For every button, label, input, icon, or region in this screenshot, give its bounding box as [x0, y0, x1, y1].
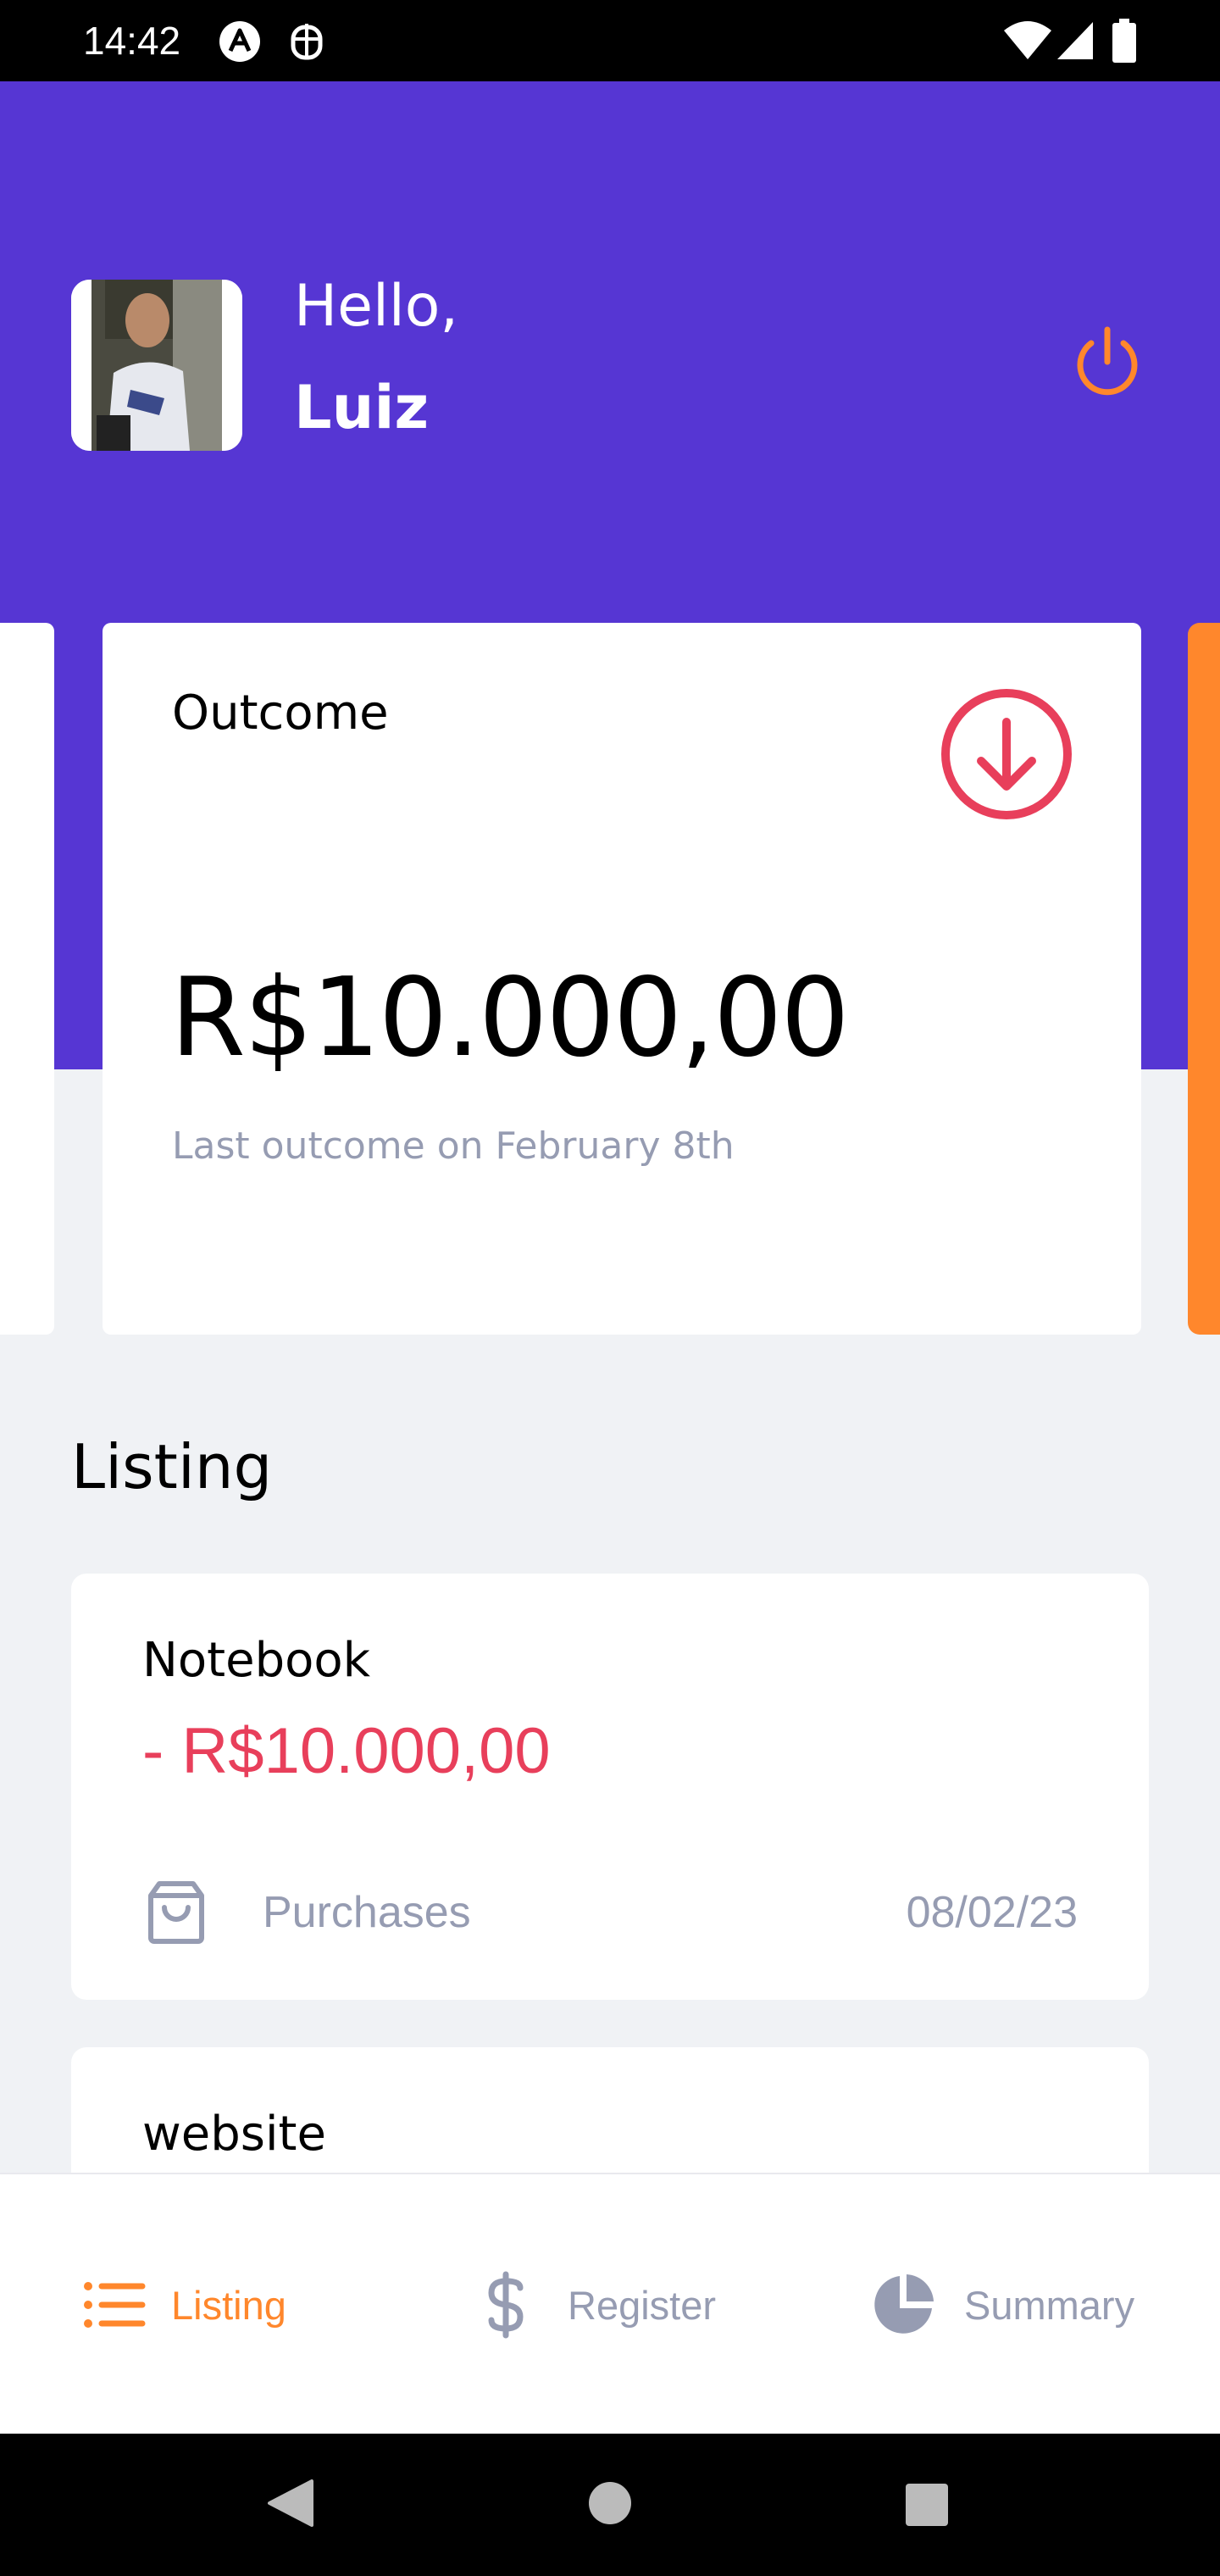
highlight-card-last-transaction: Last outcome on February 8th: [172, 1124, 735, 1168]
dollar-icon: [488, 2271, 524, 2339]
transaction-card[interactable]: Notebook - R$10.000,00 Purchases 08/02/2…: [71, 1574, 1149, 2000]
app-notification-icon: [219, 20, 261, 63]
bottom-tab-bar: Listing Register Summary: [0, 2173, 1220, 2435]
highlight-card-outcome[interactable]: Outcome R$10.000,00 Last outcome on Febr…: [103, 623, 1141, 1335]
tab-register[interactable]: Register: [485, 2174, 716, 2435]
listing-title: Listing: [71, 1431, 273, 1502]
pie-chart-icon: [874, 2274, 934, 2334]
status-bar: 14:42: [0, 0, 1220, 81]
battery-icon: [1112, 19, 1137, 63]
transaction-name: website: [142, 2107, 326, 2162]
tab-summary-label: Summary: [964, 2282, 1135, 2328]
signal-icon: [1056, 20, 1095, 61]
tab-listing-label: Listing: [171, 2282, 286, 2328]
highlight-card-next[interactable]: [1188, 623, 1220, 1335]
highlight-card-amount: R$10.000,00: [170, 955, 850, 1081]
recents-icon[interactable]: [905, 2483, 949, 2527]
greeting-text: Hello,: [294, 273, 458, 340]
list-icon: [84, 2282, 146, 2328]
wifi-icon: [1003, 20, 1052, 61]
tab-summary[interactable]: Summary: [871, 2174, 1134, 2435]
logout-button[interactable]: [1063, 318, 1151, 406]
arrow-down-circle-icon: [937, 685, 1076, 824]
secondary-notification-icon: [288, 20, 325, 63]
highlight-card-previous[interactable]: [0, 623, 54, 1335]
avatar: [71, 280, 242, 451]
home-icon[interactable]: [588, 2481, 632, 2525]
highlight-card-title: Outcome: [172, 686, 389, 741]
back-icon[interactable]: [264, 2478, 315, 2529]
tab-listing[interactable]: Listing: [83, 2174, 286, 2435]
transaction-name: Notebook: [142, 1633, 371, 1688]
transaction-amount: - R$10.000,00: [142, 1715, 551, 1787]
shopping-bag-icon: [142, 1879, 210, 1946]
user-name: Luiz: [294, 373, 430, 442]
status-time: 14:42: [83, 19, 181, 63]
transaction-date: 08/02/23: [906, 1888, 1078, 1937]
system-navigation-bar: [0, 2434, 1220, 2576]
power-icon: [1077, 326, 1138, 396]
tab-register-label: Register: [568, 2282, 717, 2328]
transaction-category: Purchases: [263, 1888, 471, 1937]
